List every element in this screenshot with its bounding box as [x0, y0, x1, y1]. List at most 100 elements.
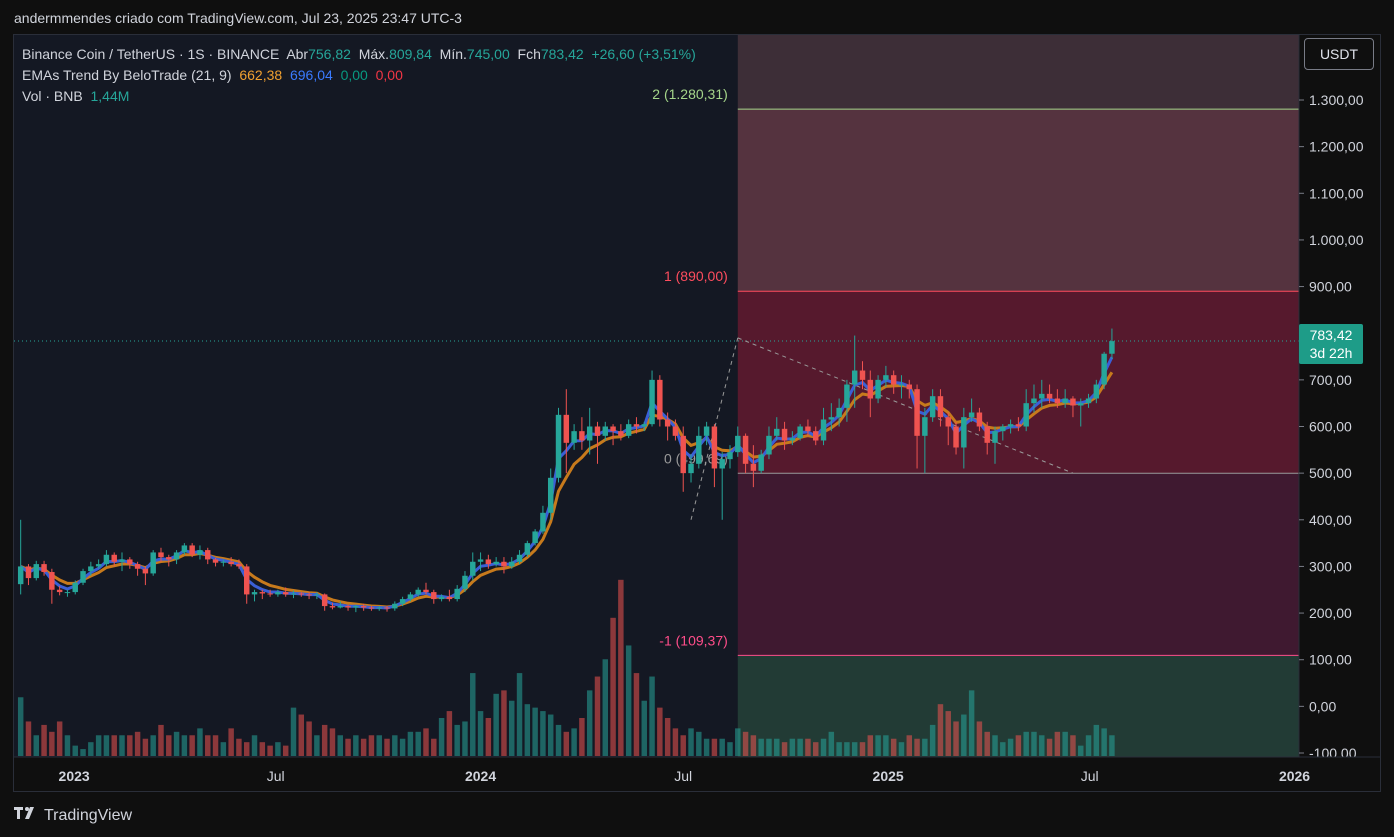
ema-indicator-row[interactable]: EMAs Trend By BeloTrade (21, 9) 662,38 6…	[22, 65, 696, 86]
volume-bar	[329, 728, 336, 756]
volume-bar	[766, 738, 772, 756]
volume-bar	[438, 718, 445, 756]
candle-body	[290, 593, 297, 595]
ema-indicator-name[interactable]: EMAs Trend By BeloTrade (21, 9)	[22, 67, 232, 83]
volume-bar	[368, 735, 375, 756]
volume-bar	[501, 690, 507, 756]
candle-body	[719, 459, 725, 469]
candle-body	[407, 594, 414, 600]
candle-body	[251, 592, 258, 595]
volume-bar	[1093, 724, 1100, 756]
candle-body	[337, 606, 343, 608]
candle-body	[376, 607, 382, 609]
candle-body	[735, 435, 741, 453]
volume-bar	[602, 659, 609, 756]
volume-indicator-row[interactable]: Vol · BNB 1,44M	[22, 86, 696, 107]
volume-bar	[735, 728, 741, 756]
candle-body	[501, 561, 507, 567]
candle-body	[384, 607, 390, 609]
volume-bar	[127, 735, 133, 756]
candle-body	[446, 596, 453, 600]
candle-body	[984, 426, 990, 443]
candle-body	[236, 564, 242, 567]
volume-bar	[267, 745, 273, 756]
candle-body	[633, 424, 640, 427]
candle-body	[859, 370, 866, 380]
candle-body	[992, 431, 998, 443]
candle-body	[17, 566, 24, 585]
chart-panel[interactable]: 2 (1.280,31) 1 (890,00) 0 (499,69) -1 (109,…	[13, 34, 1381, 792]
volume-bar	[236, 738, 242, 756]
time-axis-label: 2024	[465, 768, 496, 784]
symbol-row[interactable]: Binance Coin / TetherUS · 1S · BINANCE A…	[22, 44, 696, 65]
candle-body	[103, 554, 110, 565]
candle-body	[805, 426, 811, 432]
volume-bar	[1000, 742, 1006, 756]
price-axis-label: 1.000,00	[1309, 232, 1364, 248]
volume-bar	[805, 738, 811, 756]
volume-bar	[454, 724, 460, 756]
candle-body	[1062, 398, 1068, 404]
volume-bar	[477, 711, 484, 756]
change-value: +26,60 (+3,51%)	[591, 46, 696, 62]
low-value: 745,00	[466, 46, 510, 62]
candle-body	[555, 414, 562, 478]
fib-zone-3	[737, 473, 1299, 656]
volume-bar	[72, 745, 78, 756]
volume-bar	[259, 742, 266, 756]
close-label: Fch	[517, 46, 541, 62]
time-axis-label: Jul	[674, 768, 692, 784]
volume-bar	[914, 738, 920, 756]
candle-body	[532, 531, 538, 544]
candle-body	[937, 396, 944, 418]
candle-body	[1054, 398, 1061, 404]
volume-indicator-name[interactable]: Vol · BNB	[22, 88, 83, 104]
volume-bar	[929, 724, 936, 756]
volume-bar	[392, 735, 398, 756]
volume-bar	[649, 676, 655, 756]
candle-body	[166, 557, 172, 560]
candle-body	[353, 606, 359, 608]
candle-body	[134, 564, 141, 569]
volume-bar	[415, 731, 421, 756]
volume-bar	[672, 728, 679, 756]
candle-body	[929, 396, 936, 418]
volume-bar	[625, 645, 632, 756]
price-axis-label: 0,00	[1309, 698, 1336, 714]
candle-body	[696, 435, 702, 464]
price-axis-label: 500,00	[1309, 465, 1352, 481]
candle-body	[72, 582, 78, 593]
volume-bar	[314, 735, 320, 756]
volume-bar	[173, 731, 180, 756]
volume-bar	[470, 673, 476, 756]
volume-bar	[158, 724, 164, 756]
volume-bar	[189, 735, 195, 756]
candle-body	[828, 417, 835, 420]
candle-body	[212, 559, 219, 563]
volume-bar	[103, 735, 110, 756]
price-chart[interactable]: 2 (1.280,31)1 (890,00)0 (499,69)-1 (109,…	[14, 35, 1380, 791]
volume-bar	[1007, 738, 1014, 756]
ema-value-4: 0,00	[375, 67, 403, 83]
time-axis-label: Jul	[267, 768, 285, 784]
candle-body	[1007, 424, 1014, 427]
candle-body	[41, 564, 47, 573]
volume-bar	[95, 735, 102, 756]
currency-button[interactable]: USDT	[1304, 38, 1374, 70]
symbol-name[interactable]: Binance Coin / TetherUS · 1S · BINANCE	[22, 46, 279, 62]
candle-body	[1109, 341, 1115, 354]
volume-bar	[540, 711, 546, 756]
candle-body	[1023, 403, 1029, 427]
tradingview-logo-icon	[14, 806, 38, 825]
candle-body	[1046, 393, 1053, 399]
candle-body	[314, 594, 320, 596]
volume-bar	[719, 738, 725, 756]
volume-bar	[49, 731, 55, 756]
volume-bar	[197, 728, 203, 756]
volume-bar	[321, 724, 328, 756]
ema-value-1: 662,38	[239, 67, 283, 83]
ema-value-2: 696,04	[289, 67, 333, 83]
volume-bar	[727, 742, 733, 756]
volume-bar	[828, 731, 835, 756]
fib-level-label: -1 (109,37)	[659, 632, 727, 648]
